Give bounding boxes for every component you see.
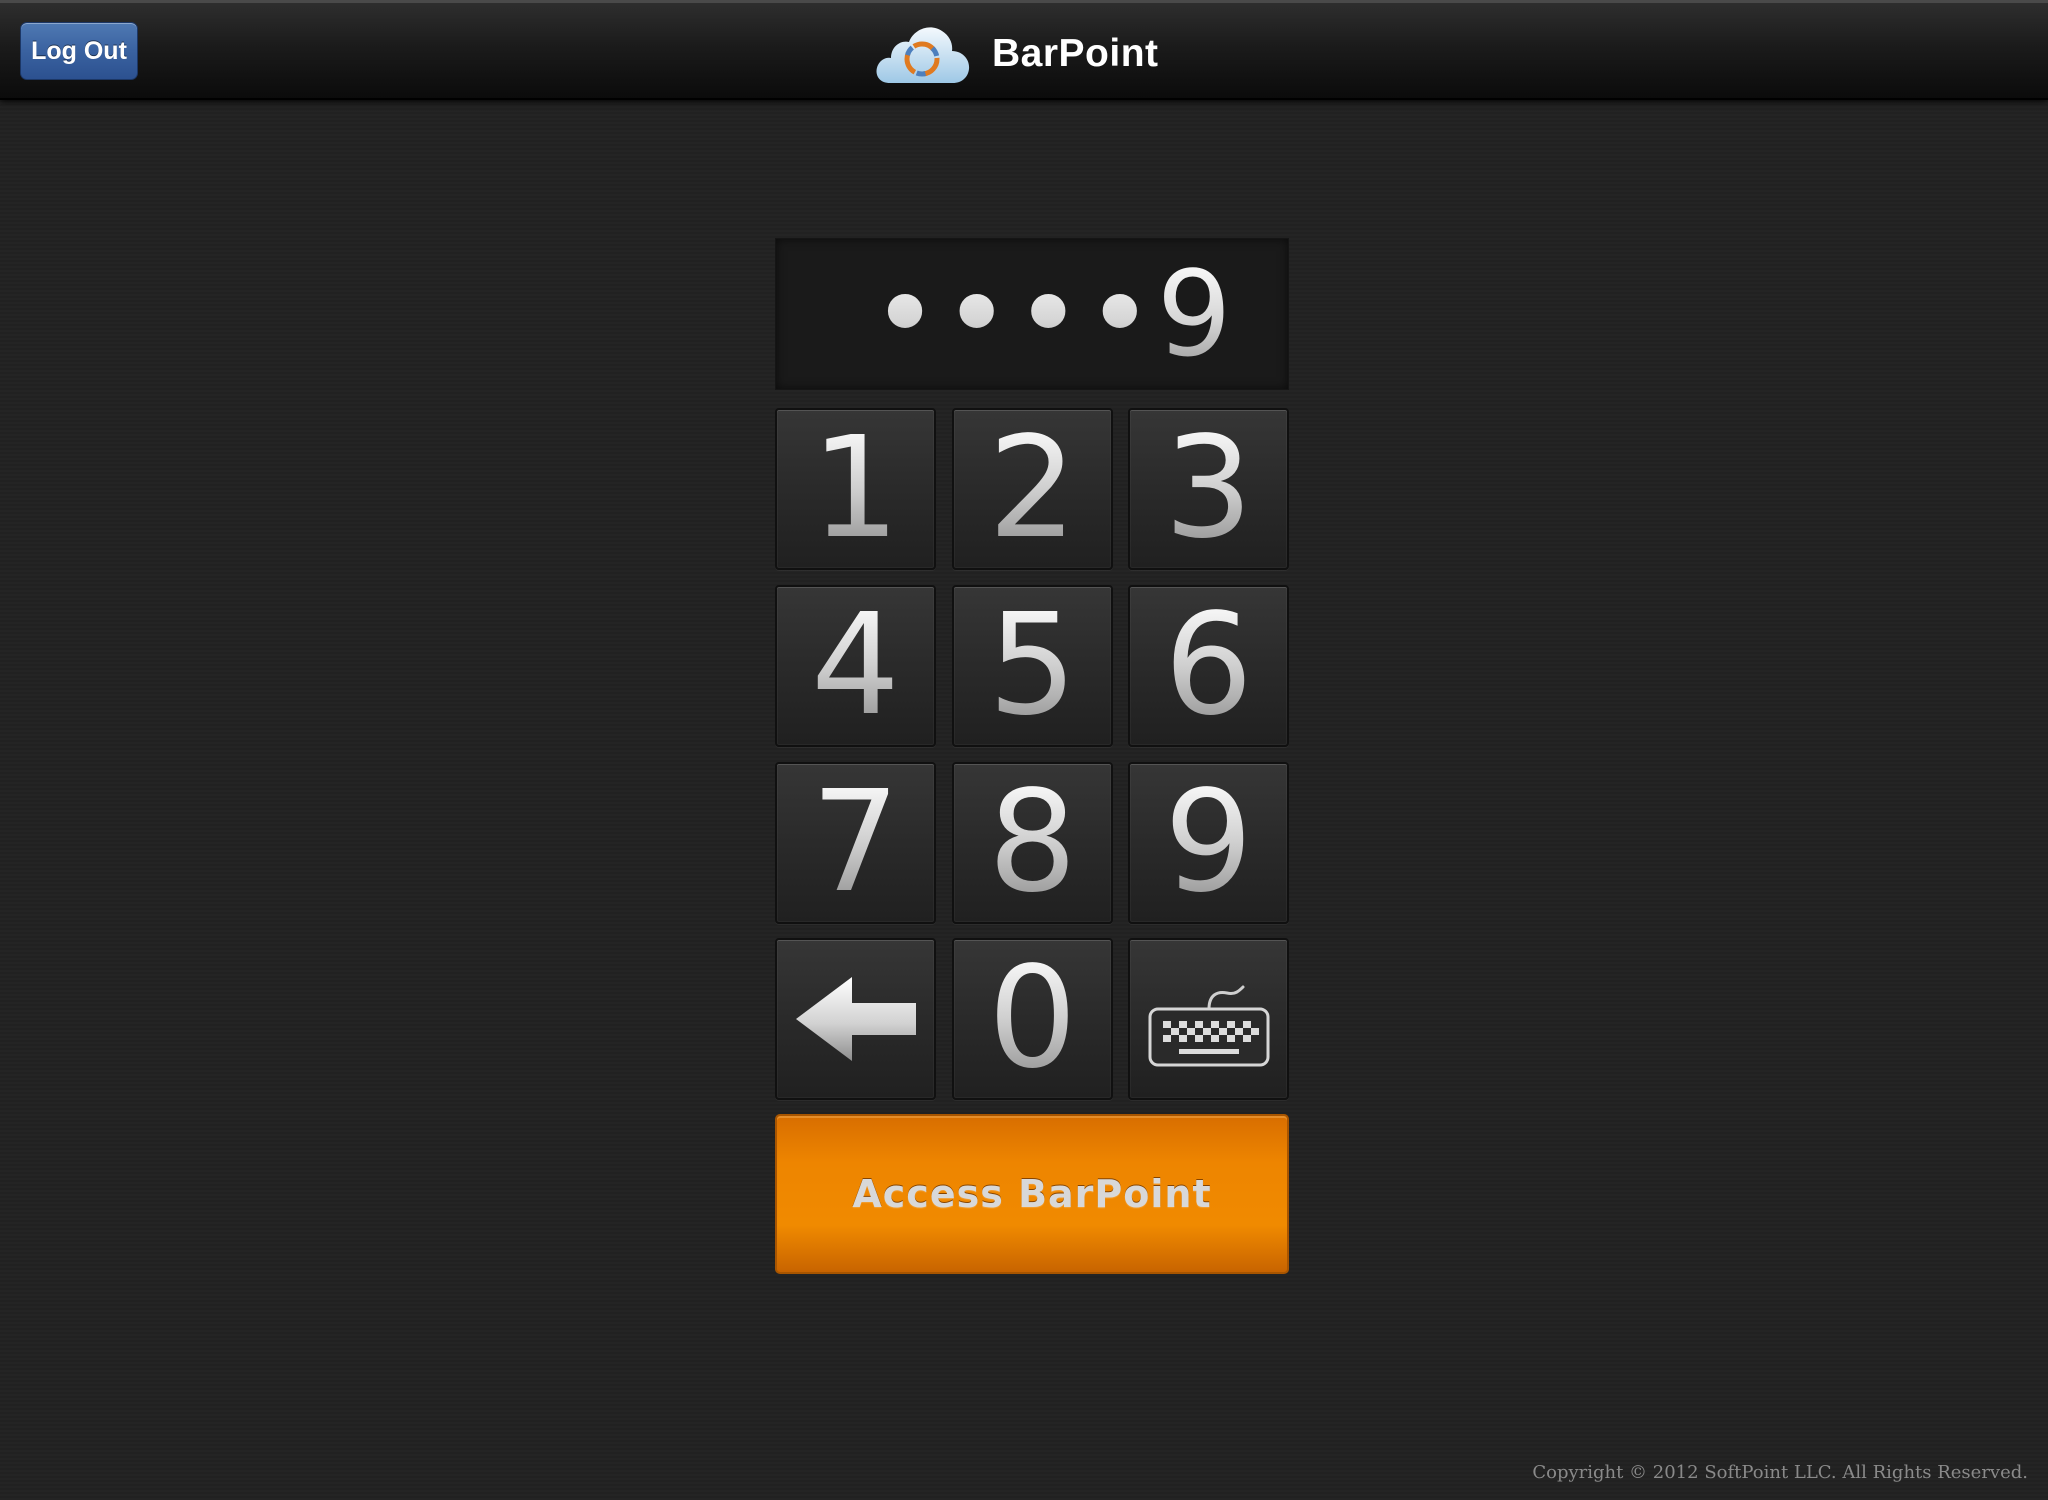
pin-value: ••••9	[830, 255, 1233, 373]
access-button-label: Access BarPoint	[852, 1172, 1212, 1216]
top-bar: Log Out BarPoint	[0, 0, 2048, 100]
app-title: BarPoint	[992, 32, 1159, 75]
key-1[interactable]: 1	[775, 408, 936, 570]
key-label: 2	[987, 407, 1078, 570]
access-barpoint-button[interactable]: Access BarPoint	[775, 1114, 1289, 1274]
keyboard-icon	[1148, 985, 1269, 1067]
brand: BarPoint	[872, 21, 1159, 87]
key-9[interactable]: 9	[1128, 762, 1289, 924]
key-2[interactable]: 2	[952, 408, 1113, 570]
pin-display: ••••9	[775, 238, 1289, 390]
key-5[interactable]: 5	[952, 585, 1113, 747]
key-label: 0	[987, 937, 1078, 1100]
key-4[interactable]: 4	[775, 585, 936, 747]
copyright-text: Copyright © 2012 SoftPoint LLC. All Righ…	[1532, 1462, 2028, 1483]
key-7[interactable]: 7	[775, 762, 936, 924]
logout-button[interactable]: Log Out	[20, 22, 138, 80]
key-3[interactable]: 3	[1128, 408, 1289, 570]
key-label: 8	[987, 761, 1078, 924]
cloud-logo-icon	[876, 27, 970, 84]
key-label: 7	[810, 761, 901, 924]
key-label: 9	[1163, 761, 1254, 924]
keyboard-toggle-key[interactable]	[1128, 938, 1289, 1100]
key-label: 4	[810, 584, 901, 747]
key-8[interactable]: 8	[952, 762, 1113, 924]
key-label: 6	[1163, 584, 1254, 747]
key-label: 1	[810, 407, 901, 570]
numeric-keypad: 1 2 3 4 5 6 7 8 9 0	[775, 408, 1289, 1100]
left-arrow-icon	[795, 977, 916, 1061]
key-6[interactable]: 6	[1128, 585, 1289, 747]
backspace-key[interactable]	[775, 938, 936, 1100]
key-label: 5	[987, 584, 1078, 747]
key-label: 3	[1163, 407, 1254, 570]
key-0[interactable]: 0	[952, 938, 1113, 1100]
